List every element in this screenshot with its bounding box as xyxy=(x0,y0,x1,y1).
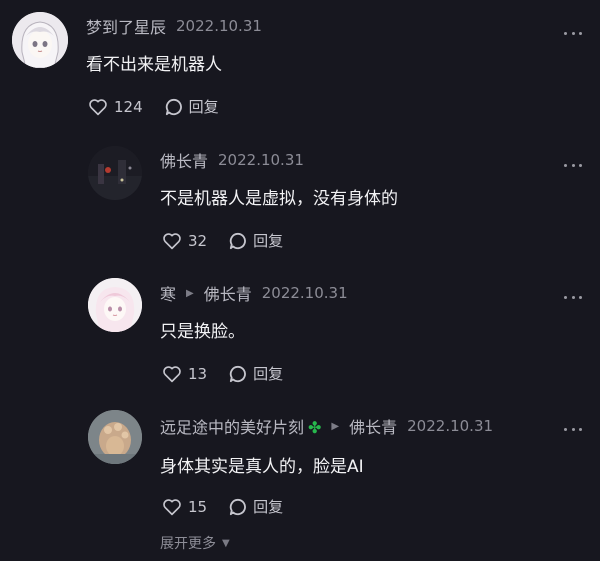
reply-arrow-icon: ▶ xyxy=(186,287,194,299)
reply-arrow-icon: ▶ xyxy=(331,420,340,432)
reply-button[interactable]: 回复 xyxy=(165,96,219,117)
more-options-icon[interactable] xyxy=(564,424,582,434)
reply-label: 回复 xyxy=(188,98,219,116)
reply-label: 回复 xyxy=(253,365,284,383)
reply-to-name[interactable]: 佛长青 xyxy=(349,414,397,438)
heart-icon xyxy=(163,365,181,382)
more-options-icon[interactable] xyxy=(564,160,582,170)
reply-button[interactable]: 回复 xyxy=(229,496,283,517)
comment-date: 2022.10.31 xyxy=(407,417,494,435)
comment-text: 看不出来是机器人 xyxy=(86,55,222,75)
comment-meta: 远足途中的美好片刻 ✤ ▶ 佛长青 2022.10.31 xyxy=(160,414,493,438)
avatar[interactable] xyxy=(88,146,142,200)
avatar[interactable] xyxy=(12,12,68,68)
comment-date: 2022.10.31 xyxy=(176,17,262,35)
like-button[interactable]: 124 xyxy=(88,98,143,116)
comment-actions: 13 回复 xyxy=(162,363,283,384)
reply-label: 回复 xyxy=(253,232,284,250)
author-name[interactable]: 佛长青 xyxy=(160,148,208,172)
author-name[interactable]: 远足途中的美好片刻 ✤ xyxy=(160,414,321,438)
like-count: 32 xyxy=(188,231,208,250)
clover-emoji-icon: ✤ xyxy=(308,418,322,437)
reply-button[interactable]: 回复 xyxy=(229,230,283,251)
comment-actions: 124 回复 xyxy=(88,96,219,117)
comment-meta: 梦到了星辰 2022.10.31 xyxy=(86,14,262,38)
heart-icon xyxy=(89,98,107,115)
more-options-icon[interactable] xyxy=(564,292,582,302)
reply-label: 回复 xyxy=(253,498,284,516)
author-name[interactable]: 梦到了星辰 xyxy=(86,14,166,38)
like-count: 15 xyxy=(188,497,208,516)
comment-meta: 佛长青 2022.10.31 xyxy=(160,148,304,172)
chevron-down-icon: ▼ xyxy=(222,537,230,549)
expand-more-button[interactable]: 展开更多 ▼ xyxy=(160,533,230,553)
like-button[interactable]: 15 xyxy=(162,498,207,516)
comment-text: 不是机器人是虚拟，没有身体的 xyxy=(160,189,398,209)
reply-to-name[interactable]: 佛长青 xyxy=(204,281,252,305)
author-name[interactable]: 寒 xyxy=(160,281,176,305)
comment-bubble-icon xyxy=(229,498,246,515)
like-count: 13 xyxy=(188,364,208,383)
comment-actions: 15 回复 xyxy=(162,496,283,517)
expand-more-label: 展开更多 xyxy=(160,536,216,552)
comment-date: 2022.10.31 xyxy=(218,151,304,169)
comment-bubble-icon xyxy=(165,98,182,115)
like-count: 124 xyxy=(114,97,143,116)
more-options-icon[interactable] xyxy=(564,28,582,38)
like-button[interactable]: 13 xyxy=(162,365,207,383)
comment-bubble-icon xyxy=(229,232,246,249)
comment-bubble-icon xyxy=(229,365,246,382)
comment-text: 只是换脸。 xyxy=(160,322,245,342)
comment-actions: 32 回复 xyxy=(162,230,283,251)
comment-meta: 寒 ▶ 佛长青 2022.10.31 xyxy=(160,281,348,305)
comment-date: 2022.10.31 xyxy=(261,284,348,302)
avatar[interactable] xyxy=(88,278,142,332)
comment-text: 身体其实是真人的，脸是AI xyxy=(160,457,364,477)
reply-button[interactable]: 回复 xyxy=(229,363,283,384)
heart-icon xyxy=(163,232,181,249)
avatar[interactable] xyxy=(88,410,142,464)
heart-icon xyxy=(163,498,181,515)
like-button[interactable]: 32 xyxy=(162,232,207,250)
